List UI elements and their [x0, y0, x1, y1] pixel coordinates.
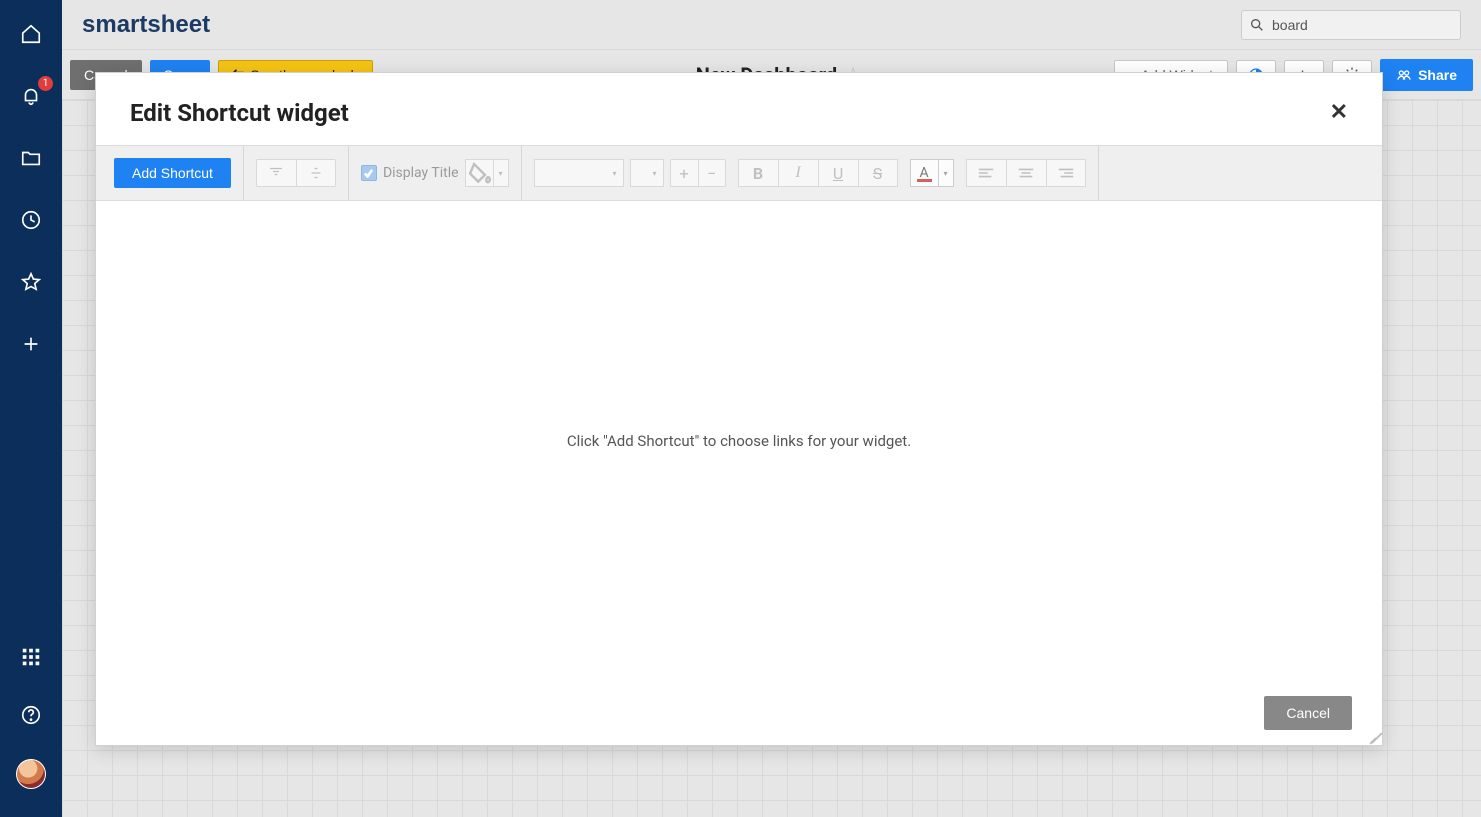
align-center-button[interactable] [1006, 159, 1046, 187]
apps-icon[interactable] [17, 643, 45, 671]
edit-shortcut-modal: Edit Shortcut widget ✕ Add Shortcut Disp… [95, 72, 1383, 746]
fill-color-dropdown[interactable]: ▾ [493, 159, 509, 187]
display-title-checkbox[interactable]: Display Title [361, 165, 459, 181]
text-color-dropdown[interactable]: ▾ [938, 159, 954, 187]
align-top-button[interactable] [256, 159, 296, 187]
fill-color-button[interactable] [465, 159, 493, 187]
modal-cancel-button[interactable]: Cancel [1264, 696, 1352, 730]
align-right-button[interactable] [1046, 159, 1086, 187]
strikethrough-button[interactable]: S [858, 159, 898, 187]
text-color-button[interactable]: A [910, 159, 938, 187]
font-decrease-button[interactable]: − [698, 159, 726, 187]
brand-logo: smartsheet [82, 11, 210, 39]
align-left-button[interactable] [966, 159, 1006, 187]
close-icon[interactable]: ✕ [1330, 102, 1348, 124]
add-icon[interactable] [17, 330, 45, 358]
align-middle-button[interactable] [296, 159, 336, 187]
widget-toolbar: Add Shortcut Display Title ▾ [96, 145, 1382, 201]
left-rail: 1 [0, 0, 62, 817]
modal-title: Edit Shortcut widget [130, 99, 349, 127]
font-size-select[interactable]: ▾ [630, 159, 664, 187]
notification-badge: 1 [38, 76, 53, 91]
empty-state-text: Click "Add Shortcut" to choose links for… [567, 432, 911, 450]
bold-button[interactable]: B [738, 159, 778, 187]
top-bar: smartsheet [62, 0, 1481, 50]
italic-button[interactable]: I [778, 159, 818, 187]
home-icon[interactable] [17, 20, 45, 48]
check-icon [361, 165, 377, 181]
folder-icon[interactable] [17, 144, 45, 172]
global-search [1241, 10, 1461, 40]
recent-icon[interactable] [17, 206, 45, 234]
underline-button[interactable]: U [818, 159, 858, 187]
font-family-select[interactable]: ▾ [534, 159, 624, 187]
resize-handle[interactable] [1366, 729, 1380, 743]
help-icon[interactable] [17, 701, 45, 729]
search-icon [1249, 17, 1265, 33]
share-button[interactable]: Share [1380, 59, 1473, 91]
notifications-icon[interactable]: 1 [17, 82, 45, 110]
user-avatar[interactable] [16, 759, 46, 789]
favorites-icon[interactable] [17, 268, 45, 296]
font-increase-button[interactable]: + [670, 159, 698, 187]
search-input[interactable] [1241, 10, 1461, 40]
add-shortcut-button[interactable]: Add Shortcut [114, 158, 231, 188]
